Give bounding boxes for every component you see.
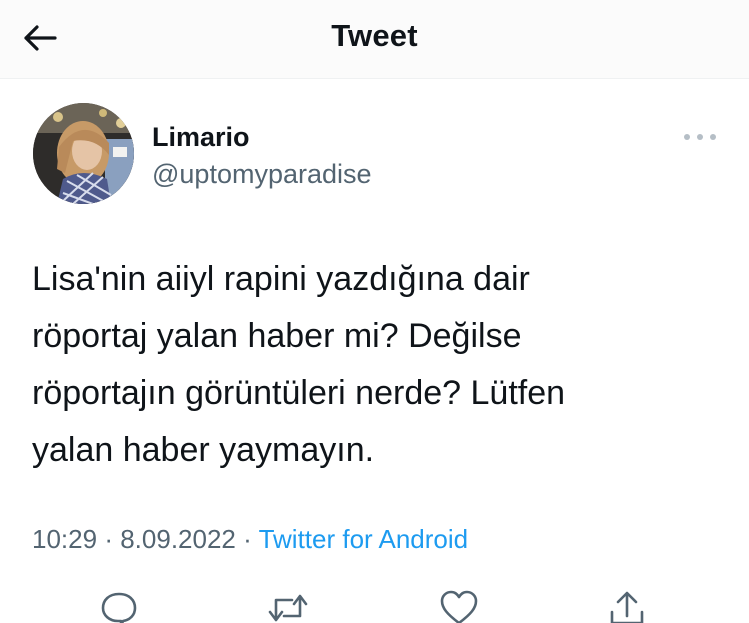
retweet-icon	[268, 594, 308, 622]
tweet-time: 10:29	[32, 524, 98, 554]
share-icon	[610, 591, 644, 623]
tweet-text: Lisa'nin aiiyl rapini yazdığına dair röp…	[32, 260, 566, 469]
retweet-button[interactable]	[266, 590, 310, 623]
top-bar: Tweet	[0, 0, 749, 79]
profile-photo	[33, 103, 134, 204]
author-handle[interactable]: @uptomyparadise	[152, 159, 372, 190]
more-horizontal-icon	[684, 134, 716, 140]
tweet-source-link[interactable]: Twitter for Android	[259, 524, 469, 554]
like-button[interactable]	[437, 590, 481, 623]
tweet-detail-page: Tweet Limario @uptomyparadise Lisa'nin a…	[0, 0, 749, 623]
tweet-action-bar	[0, 584, 749, 623]
meta-separator: ·	[243, 524, 252, 554]
reply-icon	[101, 592, 137, 623]
tweet-metadata: 10:29 · 8.09.2022 · Twitter for Android	[32, 524, 468, 555]
avatar[interactable]	[33, 103, 134, 204]
page-title: Tweet	[331, 18, 418, 53]
tweet-date: 8.09.2022	[120, 524, 236, 554]
meta-separator: ·	[104, 524, 113, 554]
heart-icon	[440, 590, 478, 623]
author-display-name[interactable]: Limario	[152, 122, 250, 153]
reply-button[interactable]	[97, 590, 141, 623]
share-button[interactable]	[605, 590, 649, 623]
more-options-button[interactable]	[680, 126, 720, 148]
